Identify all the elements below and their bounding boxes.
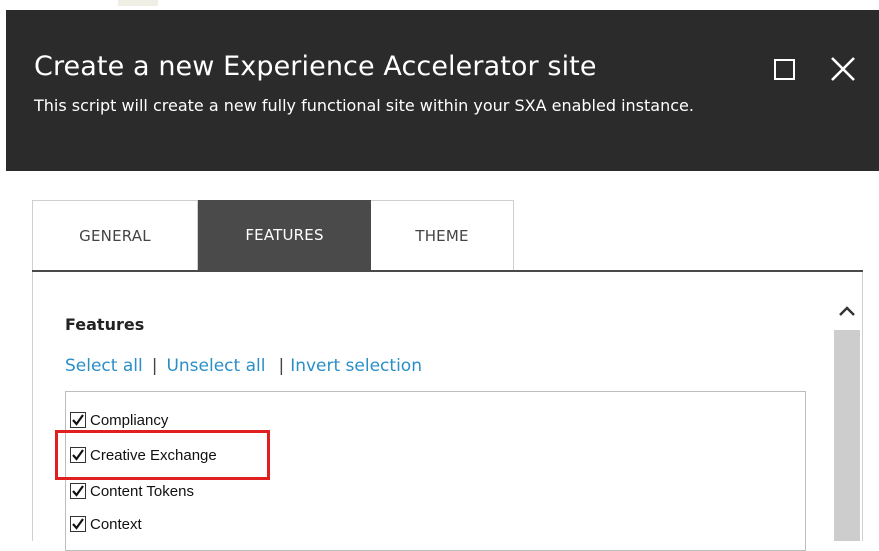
feature-label: Content Tokens [90,482,194,500]
tab-theme[interactable]: THEME [371,200,514,270]
link-separator: | [151,356,158,376]
list-item: Content Tokens [70,480,194,502]
maximize-button[interactable] [770,55,798,83]
dialog-header: Create a new Experience Accelerator site… [6,10,879,171]
invert-selection-link[interactable]: Invert selection [290,356,422,376]
dialog-subtitle: This script will create a new fully func… [34,96,694,115]
top-strip [0,0,879,10]
dialog-title: Create a new Experience Accelerator site [34,51,597,82]
features-heading: Features [65,315,145,334]
tab-features[interactable]: FEATURES [198,200,371,270]
feature-checkbox[interactable] [70,516,86,532]
feature-checkbox[interactable] [70,412,86,428]
tab-general[interactable]: GENERAL [32,200,198,270]
link-separator: | [278,356,285,376]
select-all-link[interactable]: Select all [65,356,143,376]
checkmark-icon [72,518,84,530]
checkmark-icon [72,414,84,426]
feature-checkbox[interactable] [70,483,86,499]
close-icon [831,57,855,81]
scrollbar-track[interactable] [834,330,860,541]
feature-label: Context [90,515,142,533]
selection-links: Select all | Unselect all | Invert selection [65,356,422,376]
background-fragment [118,0,158,6]
chevron-up-icon [839,306,855,316]
highlight-box [55,430,270,480]
maximize-icon [773,58,795,80]
features-panel: Features Select all | Unselect all | Invert … [32,272,863,551]
tab-bar: GENERAL FEATURES THEME [32,200,863,272]
feature-label: Compliancy [90,411,169,429]
scroll-up-button[interactable] [834,296,860,326]
list-item: Compliancy [70,409,168,431]
close-button[interactable] [828,54,858,84]
checkmark-icon [72,485,84,497]
list-item: Context [70,513,142,535]
unselect-all-link[interactable]: Unselect all [166,356,265,376]
